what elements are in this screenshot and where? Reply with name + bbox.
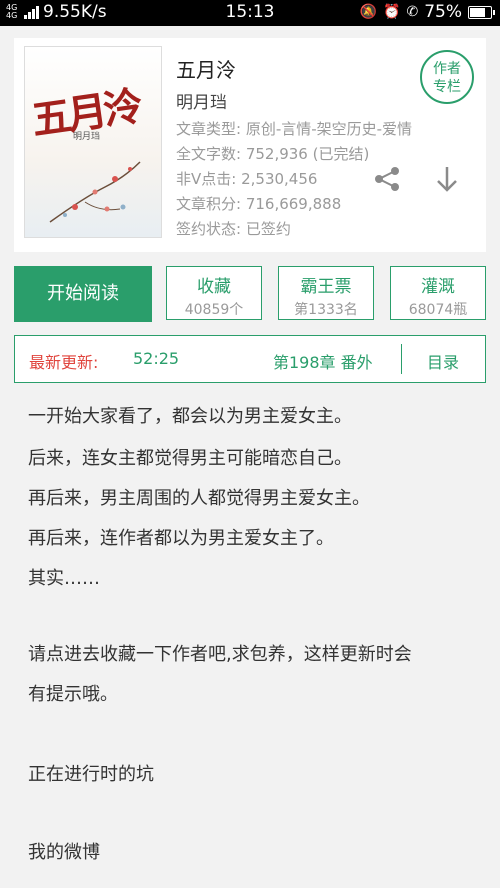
intro-line: 其实…… [28, 568, 100, 589]
irrigate-count: 68074瓶 [408, 302, 468, 318]
intro-line: 一开始大家看了，都会以为男主爱女主。 [28, 406, 352, 427]
bawang-ticket-button[interactable]: 霸王票 第1333名 [278, 266, 374, 320]
latest-update-time: 52:25 [133, 349, 180, 368]
status-bar: 4G 4G 9.55K/s 15:13 🔕 ⏰ ✆ 75% [0, 0, 500, 26]
book-cover[interactable]: 五月泠 明月珰 [24, 46, 162, 238]
latest-chapter-link[interactable]: 第198章 番外 [273, 349, 373, 373]
battery-percent: 75% [424, 2, 462, 22]
intro-line: 再后来，男主周围的人都觉得男主爱女主。 [28, 488, 370, 509]
alarm-icon: ⏰ [383, 4, 401, 20]
download-icon[interactable] [432, 164, 462, 194]
bawang-label: 霸王票 [300, 277, 352, 297]
irrigate-button[interactable]: 灌溉 68074瓶 [390, 266, 486, 320]
score: 文章积分: 716,669,888 [176, 195, 342, 213]
collect-count: 40859个 [184, 302, 244, 318]
irrigate-label: 灌溉 [421, 277, 455, 297]
mute-icon: 🔕 [359, 4, 378, 20]
battery-icon [468, 5, 495, 19]
author-column-button[interactable]: 作者 专栏 [420, 50, 474, 104]
collect-label: 收藏 [197, 277, 231, 297]
weibo-link[interactable]: 我的微博 [28, 838, 100, 864]
book-type: 文章类型: 原创-言情-架空历史-爱情 [176, 120, 413, 138]
word-count: 全文字数: 752,936 (已完结) [176, 145, 370, 163]
share-icon[interactable] [372, 164, 402, 194]
intro-line: 后来，连女主都觉得男主可能暗恋自己。 [28, 448, 352, 469]
click-count: 非V点击: 2,530,456 [176, 170, 318, 188]
intro-line: 正在进行时的坑 [28, 764, 154, 785]
latest-update-bar[interactable]: 最新更新: 52:25 第198章 番外 目录 [14, 335, 486, 383]
hd-call-icon: ✆ [406, 4, 419, 20]
author-name[interactable]: 明月珰 [176, 88, 227, 113]
collect-button[interactable]: 收藏 40859个 [166, 266, 262, 320]
latest-update-label: 最新更新: [29, 353, 99, 372]
intro-line: 有提示哦。 [28, 684, 118, 705]
intro-line: 请点进去收藏一下作者吧,求包养，这样更新时会 [28, 644, 412, 665]
author-column-label-2: 专栏 [433, 79, 461, 95]
sign-status: 签约状态: 已签约 [176, 220, 291, 238]
intro-line: 再后来，连作者都以为男主爱女主了。 [28, 528, 334, 549]
book-title: 五月泠 [176, 58, 236, 82]
cover-author: 明月珰 [73, 132, 101, 142]
divider [401, 344, 402, 374]
author-column-label-1: 作者 [433, 61, 461, 77]
book-info-card: 五月泠 明月珰 五月泠 明月珰 文章类型: 原创-言情-架空历史-爱情 全文字数… [14, 38, 486, 252]
start-reading-button[interactable]: 开始阅读 [14, 266, 152, 322]
blossom-illustration [49, 161, 141, 223]
table-of-contents-button[interactable]: 目录 [427, 349, 459, 373]
bawang-rank: 第1333名 [294, 302, 358, 318]
